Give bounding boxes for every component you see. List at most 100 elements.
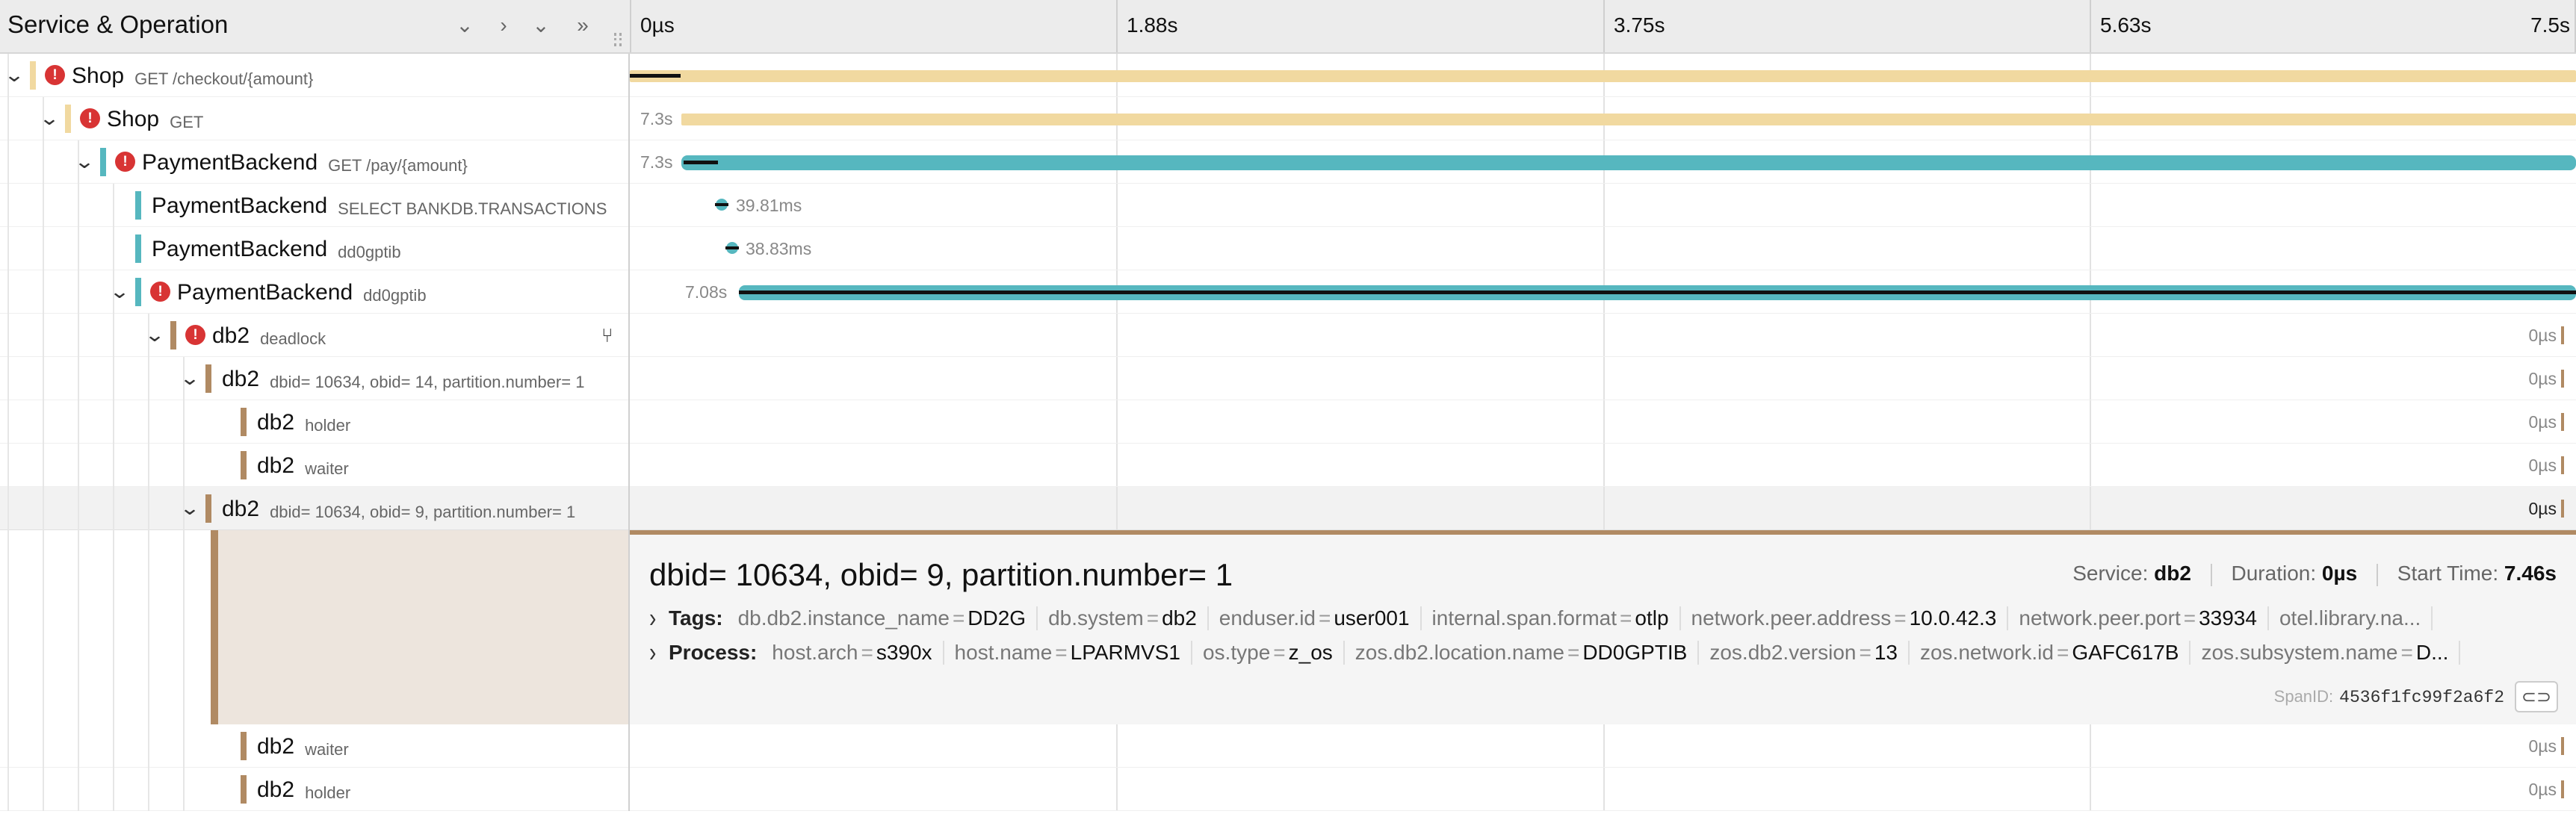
- operation-name: dd0gptib: [338, 243, 401, 261]
- span-row[interactable]: ⌄! PaymentBackend dd0gptib 7.08s: [0, 270, 2576, 314]
- duration-label: 0µs: [2528, 412, 2557, 432]
- service-color-bar: [135, 234, 141, 263]
- duration-label: 0µs: [2528, 369, 2557, 388]
- critical-path: [684, 161, 718, 164]
- span-timeline[interactable]: 0µs: [630, 444, 2576, 486]
- column-resize-handle[interactable]: [614, 33, 622, 46]
- span-row[interactable]: PaymentBackend dd0gptib 38.83ms: [0, 227, 2576, 270]
- span-timeline[interactable]: 0µs: [630, 400, 2576, 443]
- span-name-cell[interactable]: PaymentBackend dd0gptib: [0, 227, 630, 270]
- kv-pair: db.system = db2: [1048, 606, 1209, 630]
- span-row[interactable]: db2 waiter 0µs: [0, 444, 2576, 487]
- kv-pair: db.db2.instance_name = DD2G: [738, 606, 1038, 630]
- span-row[interactable]: ⌄ db2 dbid= 10634, obid= 9, partition.numb…: [0, 487, 2576, 530]
- error-icon: !: [115, 152, 135, 172]
- kv-pair: enduser.id = user001: [1219, 606, 1422, 630]
- chevron-down-icon[interactable]: ⌄: [140, 321, 170, 348]
- detail-service-color: [211, 530, 628, 724]
- span-row[interactable]: ⌄! PaymentBackend GET /pay/{amount} 7.3s: [0, 140, 2576, 184]
- span-row[interactable]: ⌄! db2 deadlock ⑂ 0µs: [0, 314, 2576, 357]
- chevron-down-icon[interactable]: ⌄: [176, 364, 205, 391]
- span-row[interactable]: db2 holder 0µs: [0, 400, 2576, 444]
- span-marker: [2561, 500, 2564, 518]
- service-name: PaymentBackend: [152, 237, 328, 261]
- span-name-cell[interactable]: ⌄! PaymentBackend GET /pay/{amount}: [0, 140, 630, 184]
- process-section[interactable]: › Process: host.arch = s390x host.name = LPARMV…: [649, 641, 2558, 671]
- operation-name: GET: [170, 113, 204, 131]
- span-timeline[interactable]: 39.81ms: [630, 184, 2576, 226]
- span-timeline[interactable]: [630, 54, 2576, 96]
- tags-section[interactable]: › Tags: db.db2.instance_name = DD2G db.system…: [649, 606, 2558, 636]
- span-name-cell[interactable]: db2 holder: [0, 400, 630, 444]
- duration-label: 38.83ms: [746, 239, 812, 258]
- span-row[interactable]: PaymentBackend SELECT BANKDB.TRANSACTIONS…: [0, 184, 2576, 227]
- duration-label: 0µs: [2528, 736, 2557, 756]
- span-bar[interactable]: [681, 155, 2576, 170]
- chevron-right-icon[interactable]: ›: [649, 641, 669, 668]
- span-name-cell[interactable]: db2 waiter: [0, 724, 630, 768]
- span-row[interactable]: db2 waiter 0µs: [0, 724, 2576, 768]
- span-timeline[interactable]: 0µs: [630, 724, 2576, 767]
- service-color-bar: [241, 732, 247, 760]
- duration-label: 7.3s: [640, 109, 673, 128]
- span-bar[interactable]: [715, 199, 728, 211]
- service-color-bar: [241, 408, 247, 436]
- critical-path: [739, 291, 2576, 294]
- link-icon: ⊂⊃: [2521, 687, 2552, 707]
- operation-name: GET /pay/{amount}: [328, 156, 468, 175]
- span-name-cell[interactable]: ⌄! PaymentBackend dd0gptib: [0, 270, 630, 314]
- span-timeline[interactable]: 7.3s: [630, 140, 2576, 183]
- chevron-down-icon[interactable]: ⌄: [451, 12, 478, 39]
- service-name: db2: [212, 323, 250, 348]
- time-tick: 3.75s: [1603, 0, 1665, 52]
- service-name: db2: [257, 410, 295, 435]
- chevron-down-icon[interactable]: ⌄: [105, 278, 134, 305]
- operation-name: SELECT BANKDB.TRANSACTIONS: [338, 199, 607, 218]
- span-marker: [2561, 370, 2564, 388]
- span-name-cell[interactable]: ⌄! Shop GET: [0, 97, 630, 140]
- kv-pair: host.name = LPARMVS1: [955, 641, 1192, 665]
- span-row[interactable]: ⌄ db2 dbid= 10634, obid= 14, partition.num…: [0, 357, 2576, 400]
- error-icon: !: [150, 282, 170, 302]
- service-color-bar: [205, 494, 211, 523]
- chevron-down-icon[interactable]: ⌄: [0, 61, 29, 88]
- chevron-down-icon[interactable]: ⌄: [176, 494, 205, 521]
- span-bar[interactable]: [630, 70, 2576, 82]
- chevron-right-icon[interactable]: ›: [490, 12, 517, 39]
- span-timeline[interactable]: 38.83ms: [630, 227, 2576, 270]
- chevron-down-icon[interactable]: ⌄: [35, 105, 64, 131]
- copy-link-button[interactable]: ⊂⊃: [2515, 681, 2558, 712]
- span-name-cell[interactable]: ⌄! Shop GET /checkout/{amount}: [0, 54, 630, 97]
- span-name-cell[interactable]: PaymentBackend SELECT BANKDB.TRANSACTIONS: [0, 184, 630, 227]
- span-row[interactable]: ⌄! Shop GET 7.3s: [0, 97, 2576, 140]
- timeline-header: Service & Operation ⌄ › ⌄ » 0µs 1.88s 3.…: [0, 0, 2576, 54]
- span-timeline[interactable]: 0µs: [630, 487, 2576, 529]
- span-timeline[interactable]: 0µs: [630, 768, 2576, 810]
- fork-icon[interactable]: ⑂: [601, 324, 613, 347]
- span-bar[interactable]: [725, 242, 739, 254]
- span-timeline[interactable]: 7.3s: [630, 97, 2576, 140]
- double-chevron-down-icon[interactable]: ⌄: [527, 12, 554, 39]
- chevron-down-icon[interactable]: ⌄: [70, 148, 99, 175]
- kv-pair: otel.library.na...: [2279, 606, 2433, 630]
- kv-pair: zos.db2.version = 13: [1709, 641, 1910, 665]
- kv-pair: zos.network.id = GAFC617B: [1920, 641, 2191, 665]
- span-name-cell[interactable]: db2 holder: [0, 768, 630, 811]
- double-chevron-right-icon[interactable]: »: [569, 12, 596, 39]
- span-timeline[interactable]: 0µs: [630, 314, 2576, 356]
- trace-view: Service & Operation ⌄ › ⌄ » 0µs 1.88s 3.…: [0, 0, 2576, 814]
- duration-label: 0µs: [2528, 326, 2557, 345]
- span-name-cell[interactable]: ⌄! db2 deadlock ⑂: [0, 314, 630, 357]
- span-name-cell[interactable]: ⌄ db2 dbid= 10634, obid= 9, partition.numb…: [0, 487, 630, 530]
- span-row[interactable]: db2 holder 0µs: [0, 768, 2576, 811]
- error-icon: !: [45, 65, 65, 85]
- span-timeline[interactable]: 7.08s: [630, 270, 2576, 313]
- span-timeline[interactable]: 0µs: [630, 357, 2576, 400]
- span-bar[interactable]: [681, 114, 2576, 125]
- span-name-cell[interactable]: db2 waiter: [0, 444, 630, 487]
- span-name-cell[interactable]: ⌄ db2 dbid= 10634, obid= 14, partition.num…: [0, 357, 630, 400]
- detail-title: dbid= 10634, obid= 9, partition.number= …: [649, 557, 1233, 592]
- chevron-right-icon[interactable]: ›: [649, 606, 669, 634]
- kv-pair: network.peer.address = 10.0.42.3: [1691, 606, 2009, 630]
- span-row[interactable]: ⌄! Shop GET /checkout/{amount}: [0, 54, 2576, 97]
